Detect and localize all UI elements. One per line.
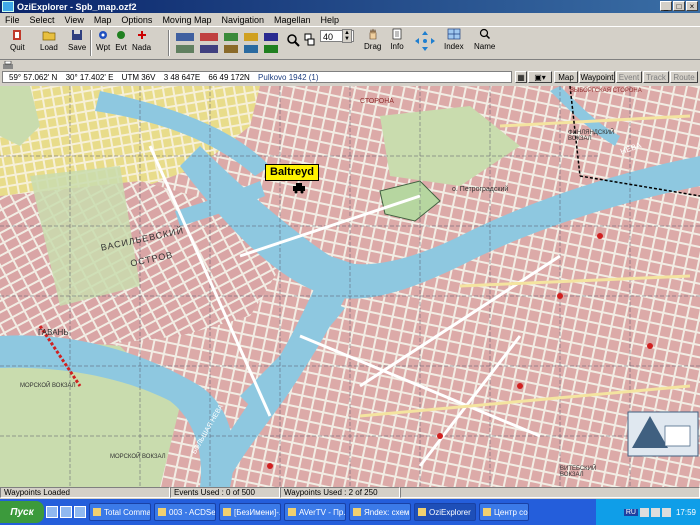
task-yandex[interactable]: Яndex: схем... [349,503,411,521]
northing-readout: 66 49 172N [208,73,250,82]
app-icon [2,1,14,12]
index-icon [447,28,461,40]
title-bar: OziExplorer - Spb_map.ozf2 _ □ × [0,0,700,13]
city-map[interactable] [0,86,700,487]
printer-icon[interactable] [2,61,14,70]
menu-options[interactable]: Options [116,15,157,25]
latitude-readout: 59° 57.062' N [9,73,58,82]
index-button[interactable]: Index [444,28,464,56]
tray-security-icon[interactable] [661,507,671,517]
car-icon[interactable] [292,182,306,194]
task-acdsee[interactable]: 003 - ACDSe... [154,503,216,521]
info-button[interactable]: Info [390,28,404,56]
clock: 17:59 [675,507,696,517]
task-total-commander[interactable]: Total Comma... [89,503,151,521]
menu-help[interactable]: Help [316,15,345,25]
task-avertv[interactable]: AVerTV - Пр... [284,503,346,521]
utm-zone-readout: UTM 36V [121,73,156,82]
name-button[interactable]: Name [474,28,495,56]
map-label-morskoy-1: МОРСКОЙ ВОКЗАЛ [20,383,76,389]
multi-map-icon[interactable] [304,33,316,47]
taskbar: Пуск Total Comma... 003 - ACDSe... [БезИ… [0,499,700,525]
disk-icon [72,30,83,40]
task-oziexplorer[interactable]: OziExplorer [414,503,476,521]
language-indicator[interactable]: RU [623,508,638,516]
task-untitled[interactable]: [БезИмени]-... [219,503,281,521]
menu-bar: File Select View Map Options Moving Map … [0,13,700,26]
coordinate-readout: 59° 57.062' N 30° 17.402' E UTM 36V 3 48… [2,71,512,83]
tab-waypoint[interactable]: Waypoint [579,71,615,83]
open-folder-icon [42,31,56,41]
task-center[interactable]: Центр созда... [479,503,529,521]
menu-view[interactable]: View [60,15,89,25]
nada-button[interactable]: Nada [132,29,151,57]
status-empty [400,487,700,498]
easting-readout: 3 48 647E [163,73,201,82]
tab-track[interactable]: Track [643,71,669,83]
waypoint-label-baltreyd[interactable]: Baltreyd [265,164,320,181]
event-icon [117,31,125,39]
quicklaunch-desktop-icon[interactable] [46,506,58,518]
tab-route[interactable]: Route [670,71,698,83]
close-button[interactable]: × [686,1,698,11]
status-bar: Waypoints Loaded Events Used : 0 of 500 … [0,487,700,498]
menu-navigation[interactable]: Navigation [216,15,269,25]
map-label-petrogradsky: о. Петроградский [452,186,509,193]
menu-file[interactable]: File [0,15,25,25]
map-label-gavan: ГАВАНЬ [38,328,69,337]
evt-button[interactable]: Evt [114,29,128,57]
plus-icon [137,31,146,39]
datum-readout: Pulkovo 1942 (1) [258,73,319,82]
quicklaunch-browser-icon[interactable] [60,506,72,518]
info-icon [392,28,402,40]
start-button[interactable]: Пуск [0,501,44,523]
tray-network-icon[interactable] [639,507,649,517]
navigation-arrows-icon[interactable] [414,30,436,52]
menu-map[interactable]: Map [89,15,117,25]
zoom-magnifier-icon[interactable] [286,33,300,47]
waypoint-icon [99,31,108,39]
hand-icon [369,28,376,40]
menu-select[interactable]: Select [25,15,60,25]
coordinate-bar: 59° 57.062' N 30° 17.402' E UTM 36V 3 48… [0,61,700,85]
quicklaunch-media-icon[interactable] [74,506,86,518]
minimize-button[interactable]: _ [660,1,672,11]
quit-icon [13,30,22,40]
tray-volume-icon[interactable] [650,507,660,517]
map-label-morskoy-2: МОРСКОЙ ВОКЗАЛ [110,454,166,460]
tab-event[interactable]: Event [616,71,642,83]
status-message: Waypoints Loaded [0,487,170,498]
map-label-vyborgskaya: ВЫБОРГСКАЯ СТОРОНА [570,88,642,94]
map-canvas[interactable]: ВАСИЛЬЕВСКИЙ ОСТРОВ ГАВАНЬ МОРСКОЙ ВОКЗА… [0,86,700,487]
tab-map[interactable]: Map [554,71,578,83]
wpt-button[interactable]: Wpt [96,29,110,57]
longitude-readout: 30° 17.402' E [65,73,114,82]
map-select-icon[interactable]: ▦ [515,71,527,83]
drag-button[interactable]: Drag [364,28,381,56]
load-button[interactable]: Load [40,29,58,57]
map-label-storona: СТОРОНА [360,98,394,105]
window-title: OziExplorer - Spb_map.ozf2 [17,1,137,12]
save-button[interactable]: Save [68,29,86,57]
events-used: Events Used : 0 of 500 [170,487,280,498]
search-icon [479,28,490,40]
quit-button[interactable]: Quit [10,29,25,57]
disk-dropdown-icon[interactable]: ▣▾ [528,71,552,83]
map-label-vitebsky: ВИТЕБСКИЙ ВОКЗАЛ [560,466,597,478]
menu-magellan[interactable]: Magellan [269,15,316,25]
zoom-spinner[interactable]: ▲ ▼ [342,29,352,43]
menu-moving-map[interactable]: Moving Map [157,15,216,25]
maximize-button[interactable]: □ [673,1,685,11]
waypoints-used: Waypoints Used : 2 of 250 [280,487,400,498]
map-label-finlyandsky: ФИНЛЯНДСКИЙ ВОКЗАЛ [568,130,615,142]
system-tray: RU 17:59 [596,499,700,525]
